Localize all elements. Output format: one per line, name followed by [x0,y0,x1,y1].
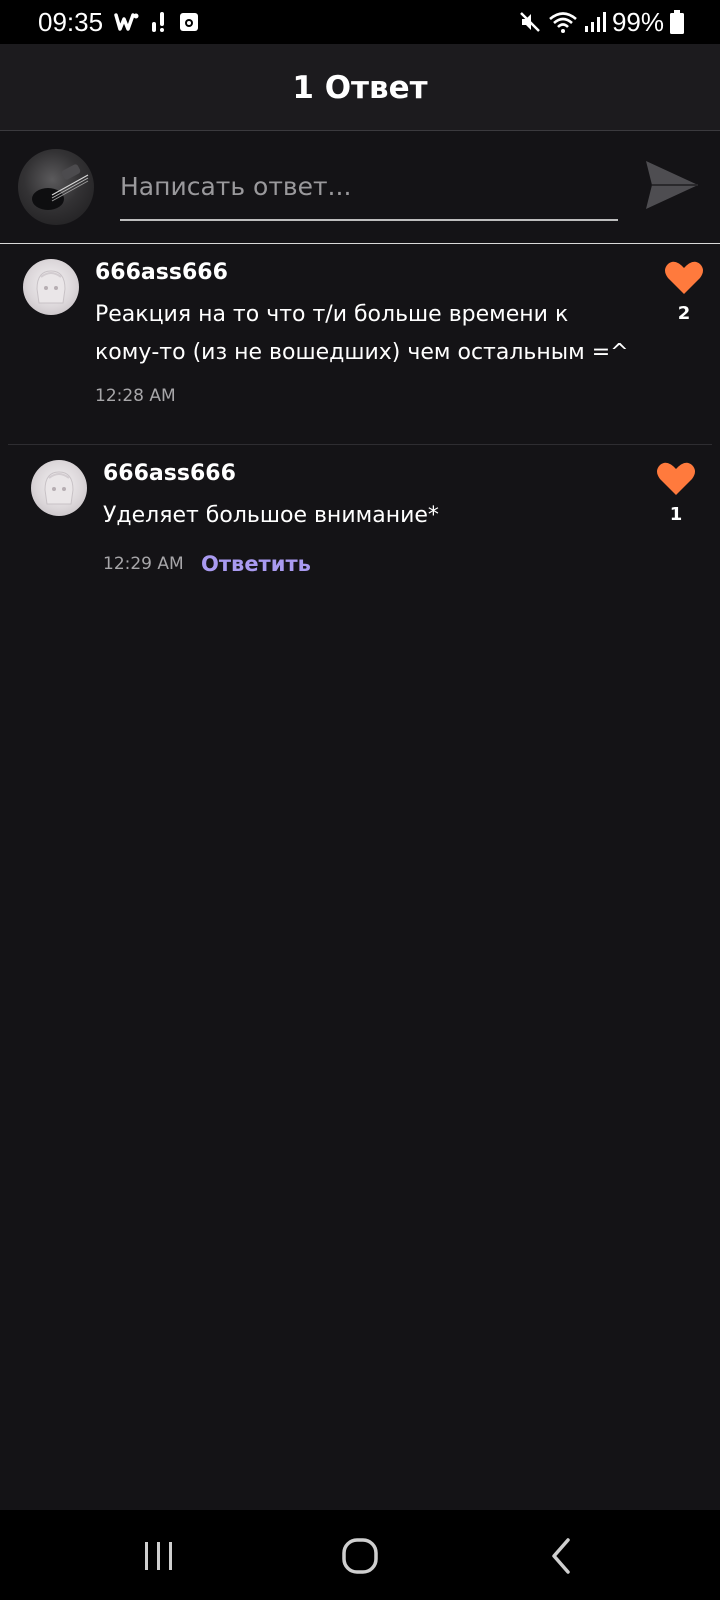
comment-item: 666ass666 Уделяет большое внимание* 12:2… [0,445,720,605]
home-button[interactable] [336,1532,384,1580]
battery-icon [670,10,684,34]
avatar[interactable] [18,149,94,225]
comment-text: Реакция на то что т/и больше времени к к… [95,302,629,365]
status-time: 09:35 [38,7,104,37]
guitar-photo-icon [32,164,89,210]
wattpad-icon [114,13,139,31]
anime-avatar-icon [36,270,66,304]
recent-apps-icon [145,1542,172,1570]
signal-icon [584,12,606,32]
comment-text: Уделяет большое внимание* [103,503,439,528]
wifi-icon [549,12,577,33]
navigation-bar [0,1510,720,1600]
notification-dots-icon [152,12,164,32]
avatar[interactable] [23,259,79,315]
send-button[interactable] [642,157,702,213]
comment-item: 666ass666 Реакция на то что т/и больше в… [0,244,720,444]
mute-icon [520,12,540,32]
status-right: 99% [518,6,684,38]
back-icon [552,1538,570,1574]
send-icon [646,161,698,209]
reply-composer [0,131,720,244]
comment-author[interactable]: 666ass666 [103,459,236,489]
like-count: 2 [677,303,691,324]
avatar[interactable] [31,460,87,516]
page-title: 1 Ответ [292,70,428,106]
screen-record-icon [180,13,198,31]
recent-apps-button[interactable] [135,1532,183,1580]
heart-icon [665,261,703,294]
status-left-icons [114,8,200,36]
home-icon [342,1538,378,1574]
screen: 09:35 99% 1 Ответ Написать ответ... 666a… [0,0,720,1600]
heart-icon [657,462,695,495]
like-button[interactable] [656,461,696,497]
battery-percent: 99% [611,7,664,37]
reply-button[interactable]: Ответить [201,550,311,578]
header: 1 Ответ [0,44,720,131]
comment-author[interactable]: 666ass666 [95,258,228,288]
like-count: 1 [669,504,683,525]
back-button[interactable] [538,1532,586,1580]
like-button[interactable] [664,260,704,296]
comment-timestamp: 12:28 AM [95,386,176,406]
status-bar: 09:35 99% [0,0,720,44]
reply-input[interactable] [120,153,618,221]
comment-timestamp: 12:29 AM [103,554,184,574]
anime-avatar-icon [44,471,74,505]
